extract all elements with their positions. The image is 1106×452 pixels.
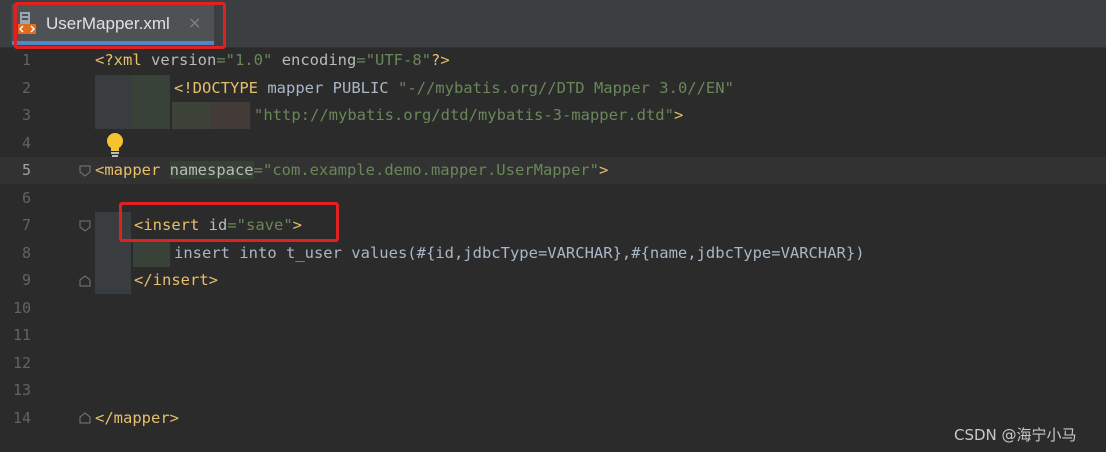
code-line-8: insert into t_user values(#{id,jdbcType=… [174, 240, 865, 267]
doctype-public-id: "-//mybatis.org//DTD Mapper 3.0//EN" [397, 79, 734, 97]
line-number-current: 5 [21, 161, 31, 179]
insert-close-tag: </insert> [134, 271, 218, 289]
attr-eq: = [356, 51, 366, 69]
fold-icon[interactable] [78, 411, 92, 425]
line-number: 6 [21, 189, 31, 207]
code-line-1: <?xml version="1.0" encoding="UTF-8"?> [95, 47, 450, 74]
line-number: 2 [21, 79, 31, 97]
mapper-open-tag: <mapper [95, 161, 170, 179]
xml-declaration-close: ?> [431, 51, 450, 69]
fold-icon[interactable] [78, 274, 92, 288]
tag-close: > [598, 161, 609, 179]
highlight-box-insert [119, 202, 339, 242]
line-number: 10 [12, 299, 31, 317]
line-number: 8 [21, 244, 31, 262]
attr-name: version [151, 51, 217, 69]
mapper-close-tag: </mapper> [95, 409, 179, 427]
code-line-5: <mapper namespace="com.example.demo.mapp… [95, 157, 608, 184]
indent-guide [211, 102, 250, 129]
line-number: 7 [21, 216, 31, 234]
line-number: 1 [21, 51, 31, 69]
attr-value: "com.example.demo.mapper.UserMapper" [263, 161, 599, 179]
indent-guide [172, 102, 211, 129]
code-line-3: "http://mybatis.org/dtd/mybatis-3-mapper… [254, 102, 683, 129]
attr-eq: = [253, 161, 263, 179]
attr-name: namespace [169, 161, 254, 179]
doctype-system-id: "http://mybatis.org/dtd/mybatis-3-mapper… [254, 106, 674, 124]
doctype-keyword: <!DOCTYPE [174, 79, 268, 97]
line-number: 3 [21, 106, 31, 124]
lightbulb-icon[interactable] [104, 132, 126, 158]
sql-statement: insert into t_user values(#{id,jdbcType=… [174, 244, 865, 262]
indent-guide [95, 75, 132, 129]
attr-eq: = [216, 51, 226, 69]
attr-value: "UTF-8" [365, 51, 432, 69]
watermark: CSDN @海宁小马 [954, 426, 1077, 444]
code-editor[interactable]: 1 2 3 4 5 6 7 8 9 10 11 12 13 14 <?xml v… [0, 47, 1106, 452]
ide-window: UserMapper.xml × 1 2 3 4 5 6 7 8 9 10 11… [0, 0, 1106, 452]
doctype-text: mapper PUBLIC [267, 79, 398, 97]
indent-guide [132, 75, 170, 129]
code-line-14: </mapper> [95, 405, 179, 432]
line-number: 13 [12, 381, 31, 399]
editor-tab-bar: UserMapper.xml × [0, 0, 1106, 49]
fold-icon[interactable] [78, 164, 92, 178]
indent-guide [133, 240, 170, 267]
attr-value: "1.0" [225, 51, 273, 69]
line-number: 4 [21, 134, 31, 152]
line-number: 12 [12, 354, 31, 372]
doctype-close: > [673, 106, 684, 124]
highlight-box-tab [14, 2, 226, 49]
xml-declaration-open: <?xml [95, 51, 151, 69]
code-line-2: <!DOCTYPE mapper PUBLIC "-//mybatis.org/… [174, 75, 734, 102]
fold-icon[interactable] [78, 219, 92, 233]
line-number: 9 [21, 271, 31, 289]
attr-name: encoding [281, 51, 357, 69]
line-number: 11 [12, 326, 31, 344]
line-number: 14 [12, 409, 31, 427]
code-line-9: </insert> [134, 267, 218, 294]
